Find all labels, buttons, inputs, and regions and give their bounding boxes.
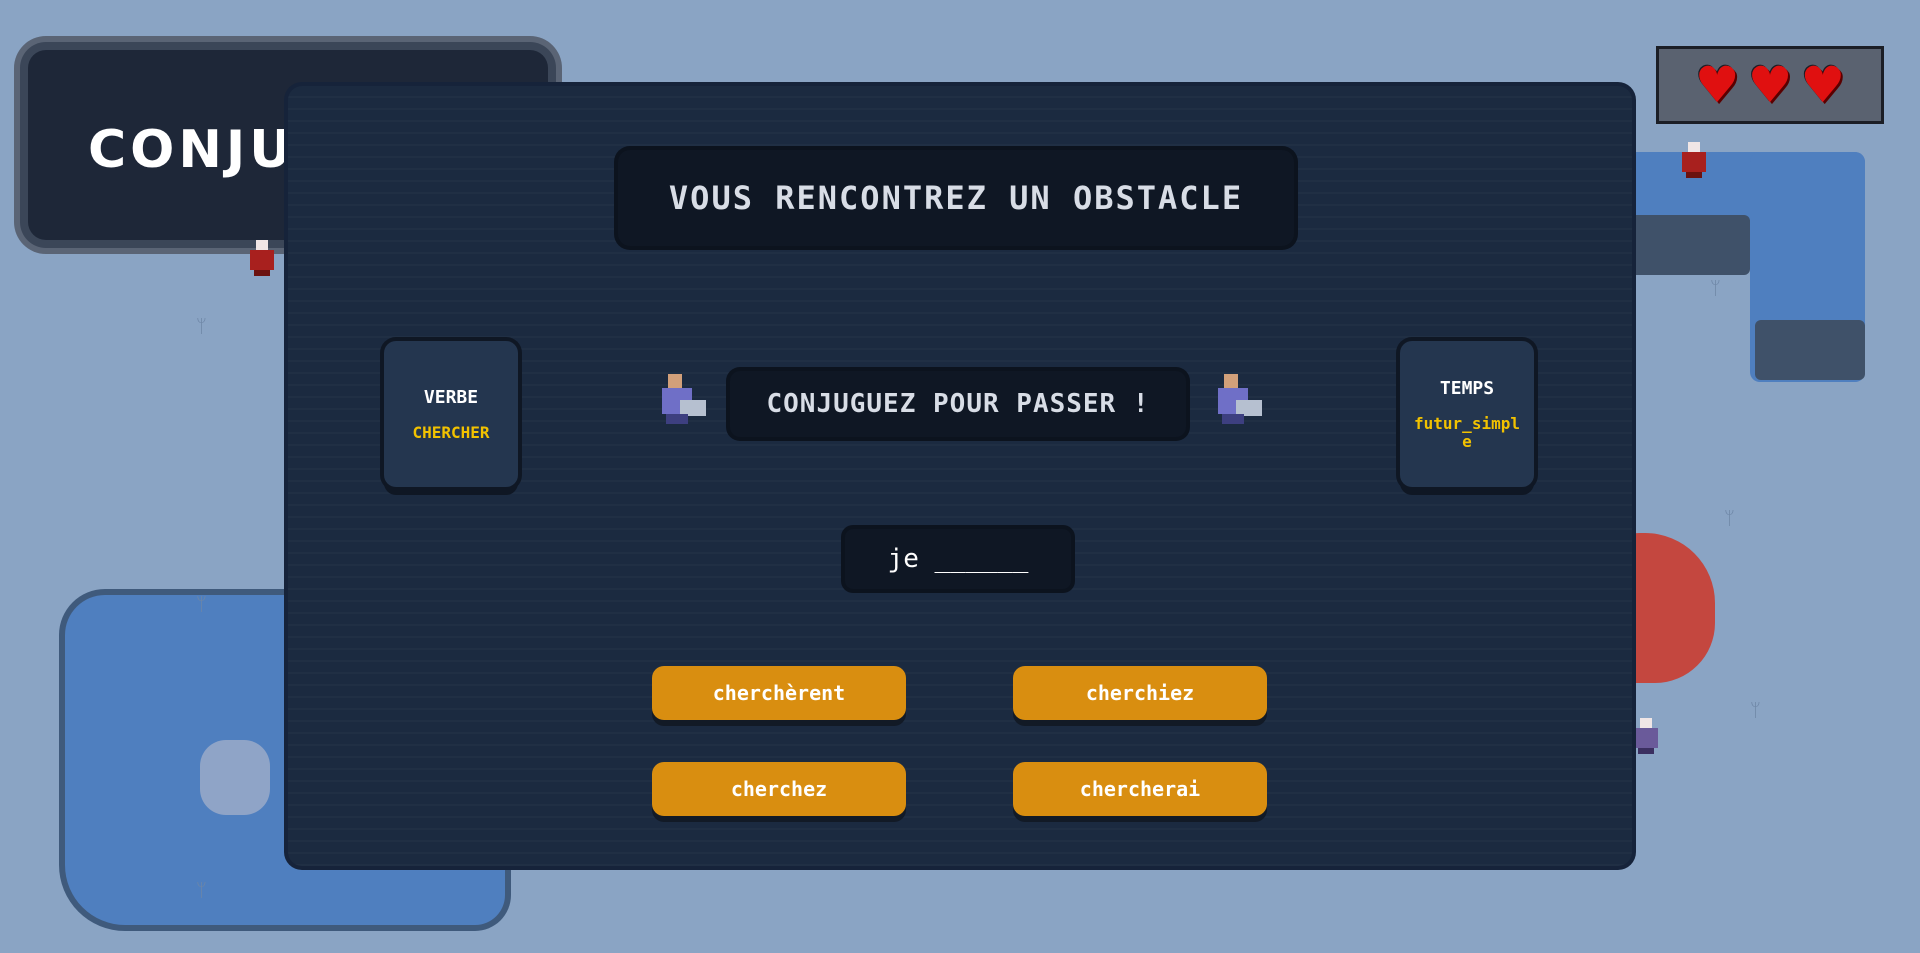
enemy-sprite — [248, 240, 276, 276]
heart-icon: ♥ — [1694, 56, 1740, 114]
cliff-right — [1630, 215, 1750, 275]
tense-label: TEMPS — [1439, 377, 1495, 399]
knight-icon — [1216, 374, 1262, 430]
answer-option-label: cherchèrent — [712, 681, 846, 705]
rock-left — [200, 740, 270, 815]
lives-panel: ♥ ♥ ♥ — [1656, 46, 1884, 124]
answer-option-button[interactable]: cherchèrent — [652, 666, 906, 720]
answer-option-button[interactable]: cherchiez — [1013, 666, 1267, 720]
knight-icon — [660, 374, 706, 430]
grass-tuft: ᛘ — [196, 594, 207, 615]
sentence-text: je ______ — [887, 544, 1029, 574]
verb-card: VERBE CHERCHER — [384, 341, 518, 487]
grass-tuft: ᛘ — [1710, 278, 1721, 299]
obstacle-modal: VOUS RENCONTREZ UN OBSTACLE VERBE CHERCH… — [288, 86, 1632, 866]
heart-icon: ♥ — [1747, 56, 1793, 114]
modal-banner: VOUS RENCONTREZ UN OBSTACLE — [618, 150, 1294, 246]
answer-option-label: cherchiez — [1085, 681, 1195, 705]
enemy-sprite — [1680, 142, 1708, 178]
answer-option-button[interactable]: cherchez — [652, 762, 906, 816]
instruction-box: CONJUGUEZ POUR PASSER ! — [730, 371, 1186, 437]
grass-tuft: ᛘ — [1724, 508, 1735, 529]
answer-option-label: chercherai — [1079, 777, 1201, 801]
sentence-box: je ______ — [845, 529, 1071, 589]
answer-option-label: cherchez — [730, 777, 828, 801]
modal-title: VOUS RENCONTREZ UN OBSTACLE — [668, 179, 1244, 217]
verb-label: VERBE — [423, 386, 479, 408]
grass-tuft: ᛘ — [196, 880, 207, 901]
grass-tuft: ᛘ — [1750, 700, 1761, 721]
instruction-text: CONJUGUEZ POUR PASSER ! — [766, 389, 1150, 419]
answer-option-button[interactable]: chercherai — [1013, 762, 1267, 816]
tense-value: futur_simple — [1414, 413, 1520, 451]
verb-value: CHERCHER — [412, 422, 490, 442]
heart-icon: ♥ — [1800, 56, 1846, 114]
cliff-right-lower — [1755, 320, 1865, 380]
enemy-sprite — [1632, 718, 1660, 754]
tense-card: TEMPS futur_simple — [1400, 341, 1534, 487]
grass-tuft: ᛘ — [196, 316, 207, 337]
